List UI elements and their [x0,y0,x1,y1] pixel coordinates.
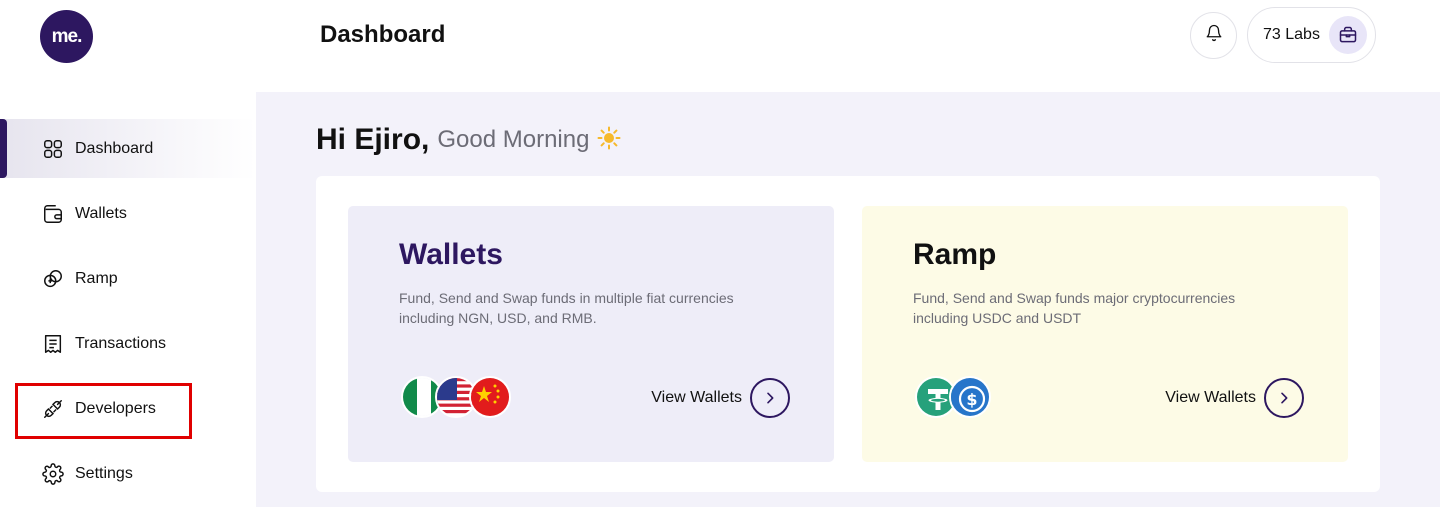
crypto-icons: $ [915,376,1035,418]
usdc-icon: $ [949,376,991,418]
greeting-message: Good Morning [437,126,590,153]
organization-name: 73 Labs [1263,26,1320,43]
chevron-right-icon[interactable] [1264,378,1304,418]
view-wallets-label: View Wallets [651,389,742,406]
bell-icon [1205,24,1223,47]
developers-highlight-annotation [15,383,192,439]
view-wallets-label: View Wallets [1165,389,1256,406]
main-content: Hi Ejiro, Good Morning Wallets Fund, Sen… [256,92,1440,507]
logo-text: me. [51,25,83,47]
sidebar-item-label: Dashboard [75,139,154,157]
sidebar-item-dashboard[interactable]: Dashboard [0,119,256,178]
chevron-right-icon[interactable] [750,378,790,418]
ramp-card-title: Ramp [913,238,997,271]
view-ramp-wallets-link[interactable]: View Wallets [1165,378,1304,418]
sun-icon [597,126,621,155]
grid-icon [41,137,65,161]
view-wallets-link[interactable]: View Wallets [651,378,790,418]
wallets-card: Wallets Fund, Send and Swap funds in mul… [348,206,834,462]
briefcase-icon [1329,16,1367,54]
sidebar-item-wallets[interactable]: Wallets [0,184,256,243]
wallet-icon [41,202,65,226]
greeting-name: Hi Ejiro, [316,123,430,156]
brand-logo[interactable]: me. [40,10,93,63]
china-flag-icon [469,376,511,418]
greeting: Hi Ejiro, Good Morning [316,123,621,157]
wallets-card-title: Wallets [399,238,503,271]
overview-panel: Wallets Fund, Send and Swap funds in mul… [316,176,1380,492]
svg-text:$: $ [966,390,977,409]
sidebar-item-transactions[interactable]: Transactions [0,314,256,373]
wallets-card-description: Fund, Send and Swap funds in multiple fi… [399,290,734,326]
sidebar-item-settings[interactable]: Settings [0,444,256,503]
coins-icon [41,267,65,291]
sidebar-item-label: Wallets [75,204,127,222]
currency-flags [401,376,521,418]
notifications-button[interactable] [1190,12,1237,59]
sidebar-item-label: Ramp [75,269,118,287]
receipt-icon [41,332,65,356]
sidebar-item-label: Settings [75,464,133,482]
sidebar-item-label: Transactions [75,334,166,352]
sidebar-item-ramp[interactable]: Ramp [0,249,256,308]
sidebar: Dashboard Wallets Ramp Transactions Deve… [0,119,256,507]
gear-icon [41,462,65,486]
page-title: Dashboard [320,21,446,48]
ramp-card: Ramp Fund, Send and Swap funds major cry… [862,206,1348,462]
organization-switcher[interactable]: 73 Labs [1247,7,1376,63]
ramp-card-description: Fund, Send and Swap funds major cryptocu… [913,290,1236,326]
